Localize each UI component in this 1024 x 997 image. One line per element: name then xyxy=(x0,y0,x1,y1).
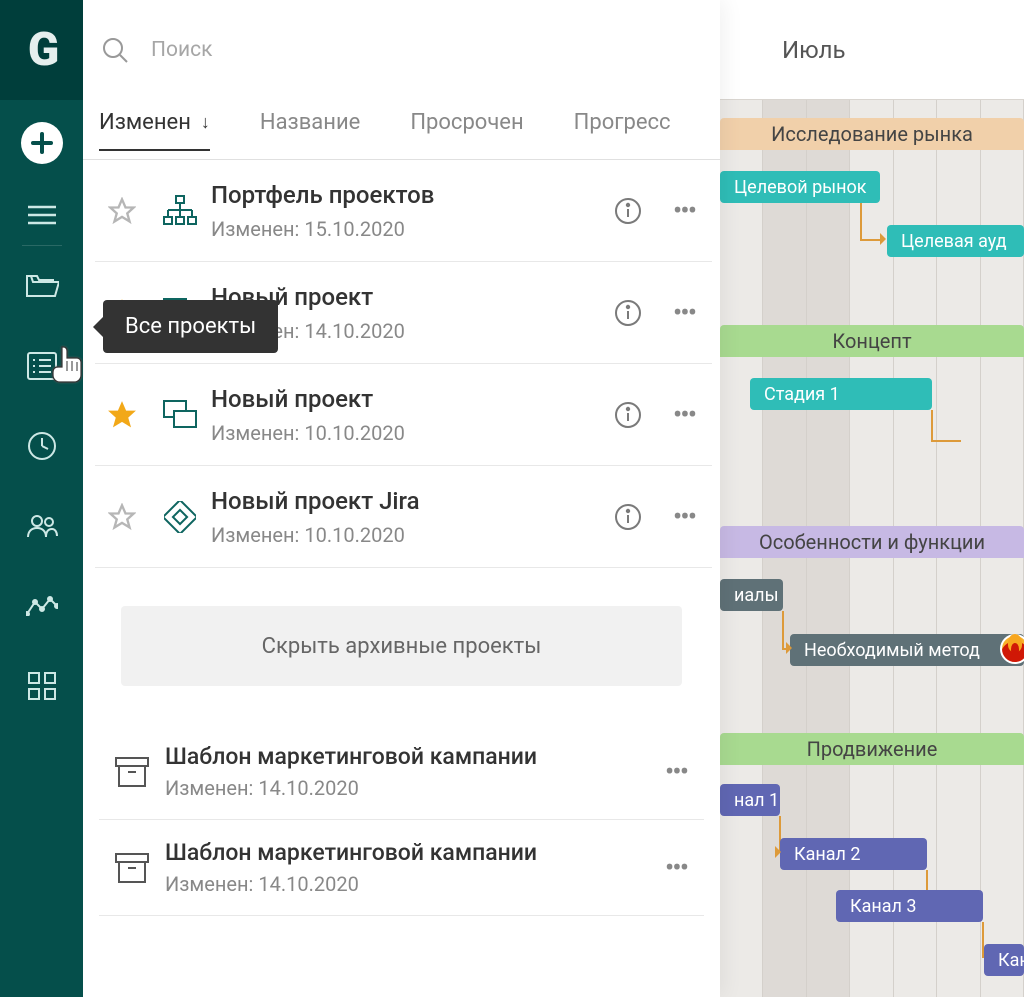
nav-projects[interactable] xyxy=(0,246,83,326)
info-icon xyxy=(614,197,642,225)
search-icon xyxy=(101,36,129,64)
gantt-bar[interactable]: Необходимый метод xyxy=(790,634,1024,666)
star-filled-icon xyxy=(108,401,136,429)
info-icon xyxy=(614,503,642,531)
project-name: Новый проект xyxy=(211,385,600,413)
hide-archive-button[interactable]: Скрыть архивные проекты xyxy=(121,606,682,686)
project-menu[interactable]: ••• xyxy=(656,194,712,227)
project-info[interactable] xyxy=(600,299,656,327)
project-modified: Изменен: 10.10.2020 xyxy=(211,421,600,445)
info-icon xyxy=(614,299,642,327)
folder-open-icon xyxy=(25,272,59,300)
gantt-bar[interactable]: Канал 2 xyxy=(780,838,927,870)
nav-apps[interactable] xyxy=(0,646,83,726)
project-modified: Изменен: 15.10.2020 xyxy=(211,217,600,241)
star-toggle[interactable] xyxy=(95,503,149,531)
sort-overdue[interactable]: Просрочен xyxy=(410,110,523,149)
project-type-icon xyxy=(149,400,211,430)
project-info[interactable] xyxy=(600,197,656,225)
gantt-bar[interactable]: Целевая ауд xyxy=(887,225,1024,257)
nav-hamburger[interactable] xyxy=(0,185,83,245)
archive-icon xyxy=(99,853,165,883)
gantt-bar[interactable]: Кан xyxy=(984,944,1024,976)
gantt-bar[interactable]: Стадия 1 xyxy=(750,378,932,410)
project-type-icon xyxy=(149,195,211,227)
star-outline-icon xyxy=(108,503,136,531)
nav-team[interactable] xyxy=(0,486,83,566)
gantt-area[interactable]: Июль Исследование рынка Концепт Особенност… xyxy=(720,0,1024,997)
info-icon xyxy=(614,401,642,429)
sort-name[interactable]: Название xyxy=(260,110,360,149)
star-outline-icon xyxy=(108,197,136,225)
project-menu[interactable]: ••• xyxy=(656,296,712,329)
project-info[interactable] xyxy=(600,503,656,531)
gantt-group[interactable]: Особенности и функции xyxy=(720,526,1024,558)
sort-progress[interactable]: Прогресс xyxy=(574,110,671,149)
gantt-group[interactable]: Исследование рынка xyxy=(720,118,1024,150)
logo-glyph: G xyxy=(28,23,55,77)
add-icon xyxy=(21,122,63,164)
project-item[interactable]: Портфель проектов Изменен: 15.10.2020 ••• xyxy=(95,160,712,262)
archive-item[interactable]: Шаблон маркетинговой кампании Изменен: 14… xyxy=(99,724,704,820)
cursor-pointer-icon xyxy=(50,345,84,392)
app-logo[interactable]: G xyxy=(0,0,83,100)
project-menu[interactable]: ••• xyxy=(656,500,712,533)
search-input[interactable] xyxy=(151,38,702,62)
hamburger-icon xyxy=(28,205,56,225)
star-toggle[interactable] xyxy=(95,401,149,429)
project-info[interactable] xyxy=(600,401,656,429)
gantt-group[interactable]: Концепт xyxy=(720,325,1024,357)
tooltip-all-projects: Все проекты xyxy=(103,300,278,353)
gantt-bar[interactable]: нал 1 xyxy=(720,784,780,816)
project-menu[interactable]: ••• xyxy=(656,398,712,431)
project-item[interactable]: Новый проект Jira Изменен: 10.10.2020 ••• xyxy=(95,466,712,568)
nav-reports[interactable] xyxy=(0,566,83,646)
grid-icon xyxy=(28,672,56,700)
projects-panel: Изменен↓ Название Просрочен Прогресс Пор… xyxy=(83,0,720,997)
gantt-bar[interactable]: Канал 3 xyxy=(836,890,983,922)
chart-line-icon xyxy=(26,596,58,616)
users-icon xyxy=(26,513,58,539)
sort-row: Изменен↓ Название Просрочен Прогресс xyxy=(83,100,720,160)
gantt-bar[interactable]: иалы xyxy=(720,579,783,611)
nav-add[interactable] xyxy=(0,100,83,185)
archive-modified: Изменен: 14.10.2020 xyxy=(165,776,648,800)
archive-menu[interactable]: ••• xyxy=(648,755,704,788)
app-sidebar: G xyxy=(0,0,83,997)
archive-icon xyxy=(99,757,165,787)
project-type-icon xyxy=(149,501,211,533)
clock-icon xyxy=(27,431,57,461)
star-toggle[interactable] xyxy=(95,197,149,225)
search-bar[interactable] xyxy=(83,0,720,100)
sort-modified[interactable]: Изменен↓ xyxy=(99,110,210,151)
sort-arrow-down-icon: ↓ xyxy=(201,112,210,133)
archive-menu[interactable]: ••• xyxy=(648,851,704,884)
project-modified: Изменен: 10.10.2020 xyxy=(211,523,600,547)
gantt-bar[interactable]: Целевой рынок xyxy=(720,171,880,203)
gantt-group[interactable]: Продвижение xyxy=(720,733,1024,765)
archive-name: Шаблон маркетинговой кампании xyxy=(165,839,648,866)
nav-recent[interactable] xyxy=(0,406,83,486)
project-name: Новый проект Jira xyxy=(211,487,600,515)
archive-name: Шаблон маркетинговой кампании xyxy=(165,743,648,770)
project-item[interactable]: Новый проект Изменен: 10.10.2020 ••• xyxy=(95,364,712,466)
gantt-month: Июль xyxy=(720,0,1024,100)
project-list: Портфель проектов Изменен: 15.10.2020 •••… xyxy=(83,160,720,997)
project-name: Портфель проектов xyxy=(211,181,600,209)
archive-modified: Изменен: 14.10.2020 xyxy=(165,872,648,896)
priority-fire-icon xyxy=(1000,634,1024,664)
archive-item[interactable]: Шаблон маркетинговой кампании Изменен: 14… xyxy=(99,820,704,916)
